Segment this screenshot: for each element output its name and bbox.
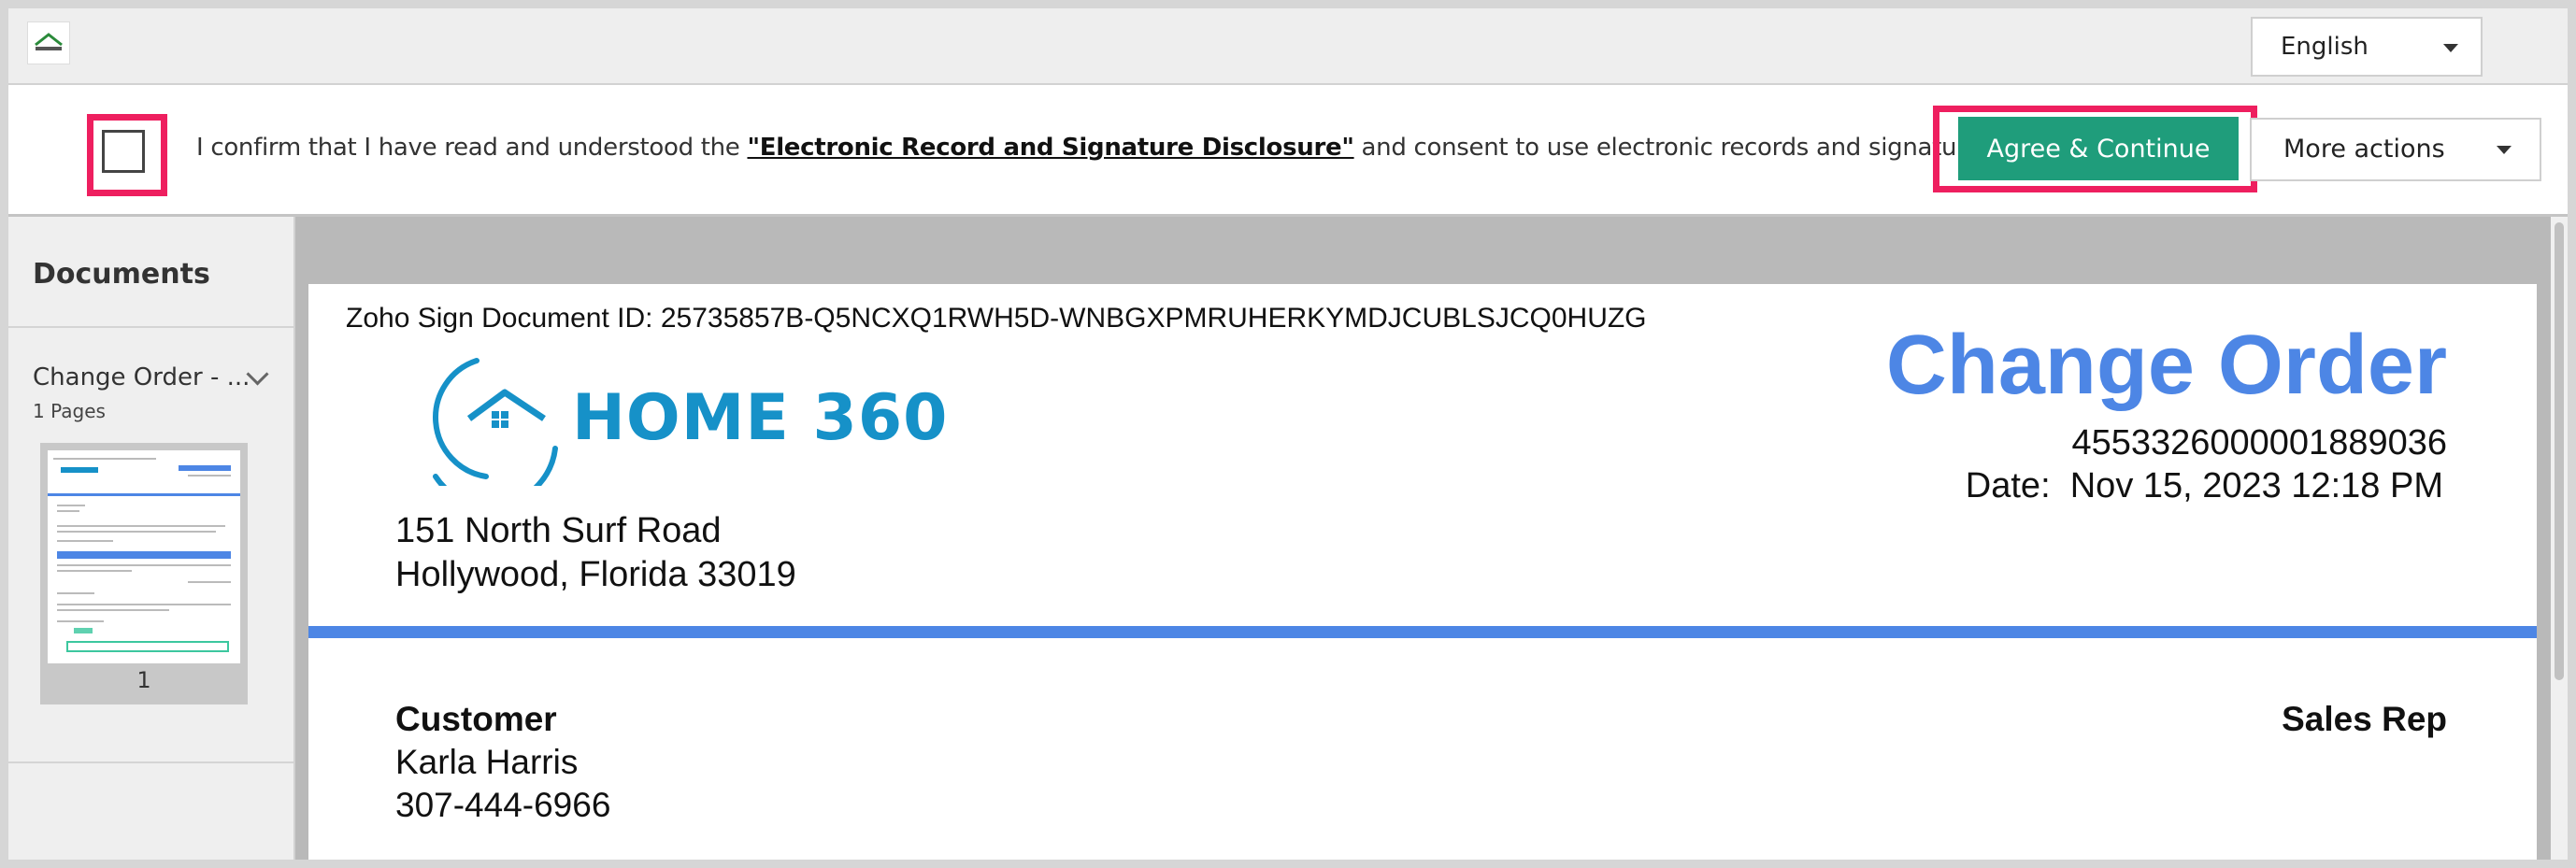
divider (8, 761, 293, 763)
thumb-line (57, 531, 216, 533)
document-name[interactable]: Change Order - ... (33, 363, 250, 391)
thumb-line (57, 620, 104, 622)
order-number: 4553326000001889036 (2071, 423, 2447, 462)
document-title: Change Order (1885, 319, 2447, 412)
thumb-line (57, 540, 113, 542)
thumb-line (188, 581, 231, 583)
sales-rep-label: Sales Rep (2282, 700, 2447, 738)
app-window: English I confirm that I have read and u… (8, 8, 2568, 860)
thumb-line (57, 592, 94, 594)
address-line-1: 151 North Surf Road (395, 511, 722, 550)
thumb-line (57, 570, 132, 572)
agree-continue-button[interactable]: Agree & Continue (1958, 117, 2239, 180)
documents-sidebar: Documents Change Order - ... 1 Pages 1 (8, 217, 295, 860)
document-viewer: Zoho Sign Document ID: 25735857B-Q5NCXQ1… (295, 217, 2568, 860)
customer-name: Karla Harris (395, 743, 579, 781)
thumb-line (57, 510, 79, 512)
thumbnail-page-number: 1 (136, 667, 151, 693)
top-bar: English (8, 8, 2568, 85)
thumb-line (57, 525, 225, 527)
thumb-line (57, 564, 231, 566)
thumb-line (53, 458, 156, 460)
thumb-rule (48, 493, 240, 496)
consent-text-after: and consent to use electronic records an… (1353, 134, 2001, 162)
customer-phone: 307-444-6966 (395, 786, 611, 824)
consent-bar: I confirm that I have read and understoo… (8, 85, 2568, 217)
thumb-line (57, 609, 169, 611)
page-thumbnail[interactable]: 1 (40, 443, 248, 704)
scrollbar-thumb[interactable] (2555, 222, 2564, 680)
page-count: 1 Pages (33, 400, 106, 422)
document-id: Zoho Sign Document ID: 25735857B-Q5NCXQ1… (346, 303, 1647, 334)
thumb-table-header (57, 551, 231, 559)
thumb-logo (61, 467, 98, 473)
address-line-2: Hollywood, Florida 33019 (395, 555, 796, 594)
language-select[interactable]: English (2251, 17, 2483, 77)
company-logo (27, 21, 70, 64)
order-date: Date: Nov 15, 2023 12:18 PM (1965, 466, 2443, 505)
thumb-field (66, 641, 229, 652)
customer-label: Customer (395, 700, 557, 738)
documents-heading: Documents (33, 258, 210, 291)
thumb-title (179, 465, 231, 471)
thumb-line (57, 505, 85, 506)
consent-checkbox[interactable] (102, 130, 145, 173)
thumb-field (74, 628, 93, 633)
disclosure-link[interactable]: "Electronic Record and Signature Disclos… (747, 134, 1353, 162)
chevron-down-icon (2497, 146, 2512, 154)
divider (8, 326, 293, 328)
thumb-line (57, 604, 231, 605)
section-divider (308, 626, 2537, 638)
chevron-down-icon (2443, 44, 2458, 52)
consent-text-before: I confirm that I have read and understoo… (196, 134, 748, 162)
brand-name: HOME 360 (572, 381, 949, 455)
more-actions-label: More actions (2283, 135, 2445, 164)
consent-text: I confirm that I have read and understoo… (196, 134, 2000, 162)
document-page: Zoho Sign Document ID: 25735857B-Q5NCXQ1… (308, 284, 2537, 860)
thumb-line (188, 475, 231, 477)
thumbnail-preview (48, 450, 240, 663)
vertical-scrollbar[interactable] (2551, 217, 2568, 860)
more-actions-dropdown[interactable]: More actions (2250, 118, 2541, 181)
language-value: English (2281, 33, 2368, 61)
